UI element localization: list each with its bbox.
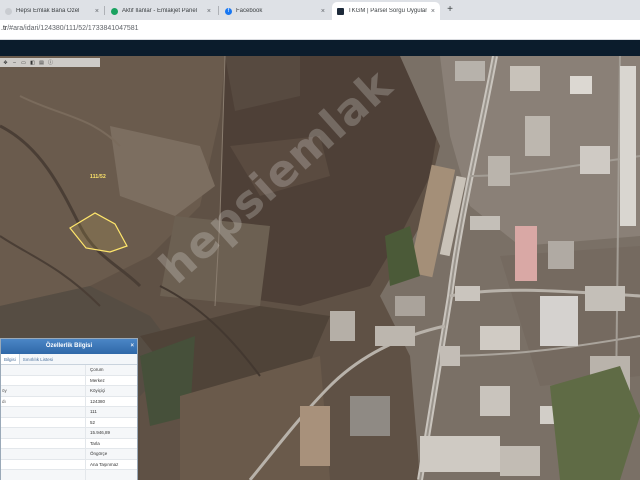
app-header-bar bbox=[0, 40, 640, 56]
info-table: Çorum Merkez öy Köyiçiçi dı 124380 111 52 … bbox=[1, 365, 137, 480]
pan-icon[interactable]: ✥ bbox=[2, 60, 9, 66]
row-key: öy bbox=[2, 388, 7, 394]
close-icon[interactable]: × bbox=[130, 339, 134, 354]
table-row: Merkez bbox=[1, 375, 137, 386]
table-row: 52 bbox=[1, 417, 137, 428]
table-row: Tarla bbox=[1, 438, 137, 449]
panel-title: Özellerlik Bilgisi bbox=[45, 343, 93, 349]
print-icon[interactable]: ▤ bbox=[38, 60, 45, 66]
new-tab-button[interactable]: + bbox=[444, 3, 456, 17]
tab-facebook[interactable]: f Facebook × bbox=[220, 2, 330, 20]
facebook-icon: f bbox=[225, 7, 232, 15]
table-row: Ana Taşınmaz bbox=[1, 459, 137, 470]
measure-icon[interactable]: ▭ bbox=[20, 60, 27, 66]
map-toolbar: ✥ – ▭ ◧ ▤ ⓘ bbox=[0, 58, 100, 67]
row-value: Çorum bbox=[85, 365, 137, 375]
table-row: Öngörçe bbox=[1, 449, 137, 460]
address-bar[interactable]: .tr/#ara/idari/124380/111/52/17338410475… bbox=[0, 20, 640, 40]
row-value: 52 bbox=[85, 417, 137, 427]
row-key: dı bbox=[2, 398, 6, 404]
row-value: 15.946,89 bbox=[85, 428, 137, 438]
close-icon[interactable]: × bbox=[207, 8, 211, 15]
panel-header: Özellerlik Bilgisi × bbox=[1, 339, 137, 354]
tab-bilgisi[interactable]: Bilgisi bbox=[1, 354, 20, 364]
tab-tkgm-parsel[interactable]: TKGM | Parsel Sorgu Uygulaması × bbox=[332, 2, 440, 20]
row-value: Köyiçiçi bbox=[85, 386, 137, 396]
table-row: öy Köyiçiçi bbox=[1, 386, 137, 397]
row-value: Ana Taşınmaz bbox=[85, 459, 137, 469]
tkgm-icon bbox=[337, 7, 344, 15]
tab-divider bbox=[104, 6, 105, 15]
table-row bbox=[1, 470, 137, 480]
layers-icon[interactable]: ◧ bbox=[29, 60, 36, 66]
table-row: dı 124380 bbox=[1, 396, 137, 407]
tab-title: Facebook bbox=[236, 8, 263, 14]
close-icon[interactable]: × bbox=[95, 8, 99, 15]
row-value: Merkez bbox=[85, 375, 137, 385]
row-value: 111 bbox=[85, 407, 137, 417]
tab-title: Aktif İlanlar - Emlakjet Panel bbox=[122, 8, 198, 14]
row-value: Öngörçe bbox=[85, 449, 137, 459]
table-row: Çorum bbox=[1, 365, 137, 376]
page-icon bbox=[5, 7, 12, 15]
tab-title: Hepsi Emlak Bana Özel bbox=[16, 8, 80, 14]
row-value bbox=[85, 470, 137, 480]
parcel-info-panel: Özellerlik Bilgisi × Bilgisi Sınırlılık … bbox=[0, 338, 138, 480]
zoom-out-icon[interactable]: – bbox=[11, 60, 18, 66]
panel-tabs: Bilgisi Sınırlılık Listesi bbox=[1, 354, 137, 365]
url-text[interactable]: .tr/#ara/idari/124380/111/52/17338410475… bbox=[1, 25, 139, 32]
tab-title: TKGM | Parsel Sorgu Uygulaması bbox=[348, 8, 427, 14]
emlakjet-icon bbox=[111, 7, 118, 15]
parcel-number-label: 111/52 bbox=[90, 174, 106, 180]
url-path: /#ara/idari/124380/111/52/1733841047581 bbox=[7, 25, 139, 32]
row-value: 124380 bbox=[85, 396, 137, 406]
tab-hepsi-emlak[interactable]: Hepsi Emlak Bana Özel × bbox=[0, 2, 104, 20]
row-value: Tarla bbox=[85, 438, 137, 448]
info-icon[interactable]: ⓘ bbox=[47, 60, 54, 66]
tab-sinirlilik-listesi[interactable]: Sınırlılık Listesi bbox=[20, 354, 56, 364]
table-row: 111 bbox=[1, 407, 137, 418]
close-icon[interactable]: × bbox=[431, 8, 435, 15]
table-row: 15.946,89 bbox=[1, 428, 137, 439]
browser-tab-bar: Hepsi Emlak Bana Özel × Aktif İlanlar - … bbox=[0, 0, 640, 20]
close-icon[interactable]: × bbox=[321, 8, 325, 15]
tab-emlakjet[interactable]: Aktif İlanlar - Emlakjet Panel × bbox=[106, 2, 216, 20]
tab-divider bbox=[218, 6, 219, 15]
